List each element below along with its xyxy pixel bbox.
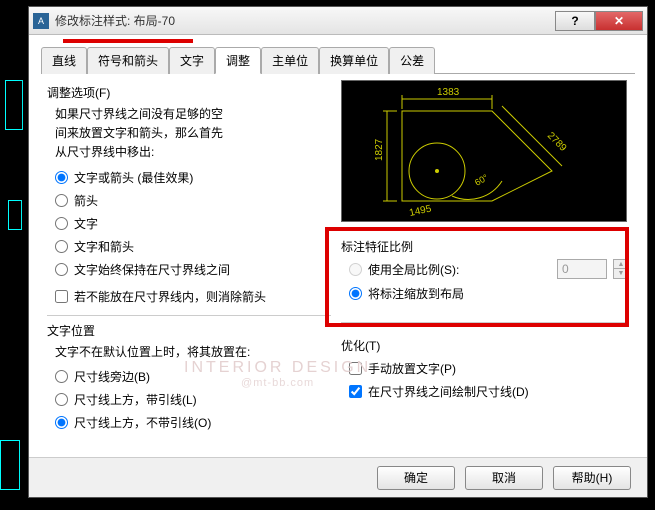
checkbox-label: 在尺寸界线之间绘制尺寸线(D) [368,383,529,400]
radio-label: 箭头 [74,192,98,209]
checkbox-input[interactable] [349,385,362,398]
radio-input[interactable] [55,217,68,230]
fit-description: 如果尺寸界线之间没有足够的空 间来放置文字和箭头，那么首先 从尺寸界线中移出: [55,105,331,163]
use-global-scale-label: 使用全局比例(S): [368,261,551,278]
radio-label: 文字 [74,215,98,232]
radio-input[interactable] [55,240,68,253]
radio-input[interactable] [349,287,362,300]
close-window-button[interactable]: ✕ [595,11,643,31]
suppress-arrows-check[interactable]: 若不能放在尺寸界线内，则消除箭头 [55,288,331,305]
fit-option-arrows[interactable]: 箭头 [55,192,331,209]
fit-option-always-inside[interactable]: 文字始终保持在尺寸界线之间 [55,261,331,278]
radio-input[interactable] [55,263,68,276]
titlebar[interactable]: A 修改标注样式: 布局-70 ? ✕ [29,7,647,35]
tab-primary-units[interactable]: 主单位 [261,47,319,74]
text-placement-desc: 文字不在默认位置上时，将其放置在: [55,343,331,362]
radio-label: 文字或箭头 (最佳效果) [74,169,193,186]
checkbox-input[interactable] [55,290,68,303]
tab-symbols-arrows[interactable]: 符号和箭头 [87,47,169,74]
tab-text[interactable]: 文字 [169,47,215,74]
scale-section-label: 标注特征比例 [341,238,629,255]
cancel-button[interactable]: 取消 [465,466,543,490]
fit-option-text-or-arrows[interactable]: 文字或箭头 (最佳效果) [55,169,331,186]
tab-lines[interactable]: 直线 [41,47,87,74]
background-shape [5,80,23,130]
help-window-button[interactable]: ? [555,11,595,31]
draw-dimline-between-check[interactable]: 在尺寸界线之间绘制尺寸线(D) [349,383,629,400]
radio-input[interactable] [55,194,68,207]
radio-label: 尺寸线旁边(B) [74,368,150,385]
radio-label: 文字和箭头 [74,238,134,255]
text-placement-label: 文字位置 [47,322,331,339]
svg-text:1495: 1495 [408,203,432,218]
radio-input[interactable] [55,370,68,383]
help-button[interactable]: 帮助(H) [553,466,631,490]
fit-options-label: 调整选项(F) [47,84,331,101]
tab-tolerances[interactable]: 公差 [389,47,435,74]
radio-input[interactable] [55,393,68,406]
radio-label: 尺寸线上方，不带引线(O) [74,414,211,431]
textpos-over-no-leader[interactable]: 尺寸线上方，不带引线(O) [55,414,331,431]
use-global-scale-radio[interactable] [349,263,362,276]
manual-place-text-check[interactable]: 手动放置文字(P) [349,360,629,377]
window-title: 修改标注样式: 布局-70 [55,12,555,29]
fit-option-text-and-arrows[interactable]: 文字和箭头 [55,238,331,255]
spinner-up-icon[interactable]: ▲ [614,260,628,269]
svg-text:1827: 1827 [374,138,385,161]
background-shape [8,200,22,230]
tab-fit[interactable]: 调整 [215,47,261,74]
global-scale-input[interactable]: 0 [557,259,607,279]
radio-input[interactable] [55,416,68,429]
preview-drawing: 1383 1827 2789 60° 1495 [342,81,628,223]
dialog-footer: 确定 取消 帮助(H) [29,457,647,497]
app-icon: A [33,13,49,29]
svg-text:2789: 2789 [545,130,569,154]
scale-to-layout-radio[interactable]: 将标注缩放到布局 [349,285,629,302]
finetune-section-label: 优化(T) [341,337,629,354]
modify-dimstyle-dialog: A 修改标注样式: 布局-70 ? ✕ 直线 符号和箭头 文字 调整 主单位 换… [28,6,648,498]
radio-label: 将标注缩放到布局 [368,285,464,302]
radio-label: 尺寸线上方，带引线(L) [74,391,197,408]
radio-label: 文字始终保持在尺寸界线之间 [74,261,230,278]
checkbox-label: 手动放置文字(P) [368,360,456,377]
spinner-down-icon[interactable]: ▼ [614,269,628,278]
textpos-over-with-leader[interactable]: 尺寸线上方，带引线(L) [55,391,331,408]
fit-option-text[interactable]: 文字 [55,215,331,232]
tab-strip: 直线 符号和箭头 文字 调整 主单位 换算单位 公差 [41,47,635,74]
textpos-beside[interactable]: 尺寸线旁边(B) [55,368,331,385]
global-scale-spinner[interactable]: ▲ ▼ [613,259,629,279]
checkbox-input[interactable] [349,362,362,375]
preview-pane: 1383 1827 2789 60° 1495 [341,80,627,222]
checkbox-label: 若不能放在尺寸界线内，则消除箭头 [74,288,266,305]
svg-text:60°: 60° [473,172,490,188]
radio-input[interactable] [55,171,68,184]
ok-button[interactable]: 确定 [377,466,455,490]
tab-alt-units[interactable]: 换算单位 [319,47,389,74]
svg-text:1383: 1383 [437,87,460,98]
background-shape [0,440,20,490]
annotation-underline [63,39,193,43]
